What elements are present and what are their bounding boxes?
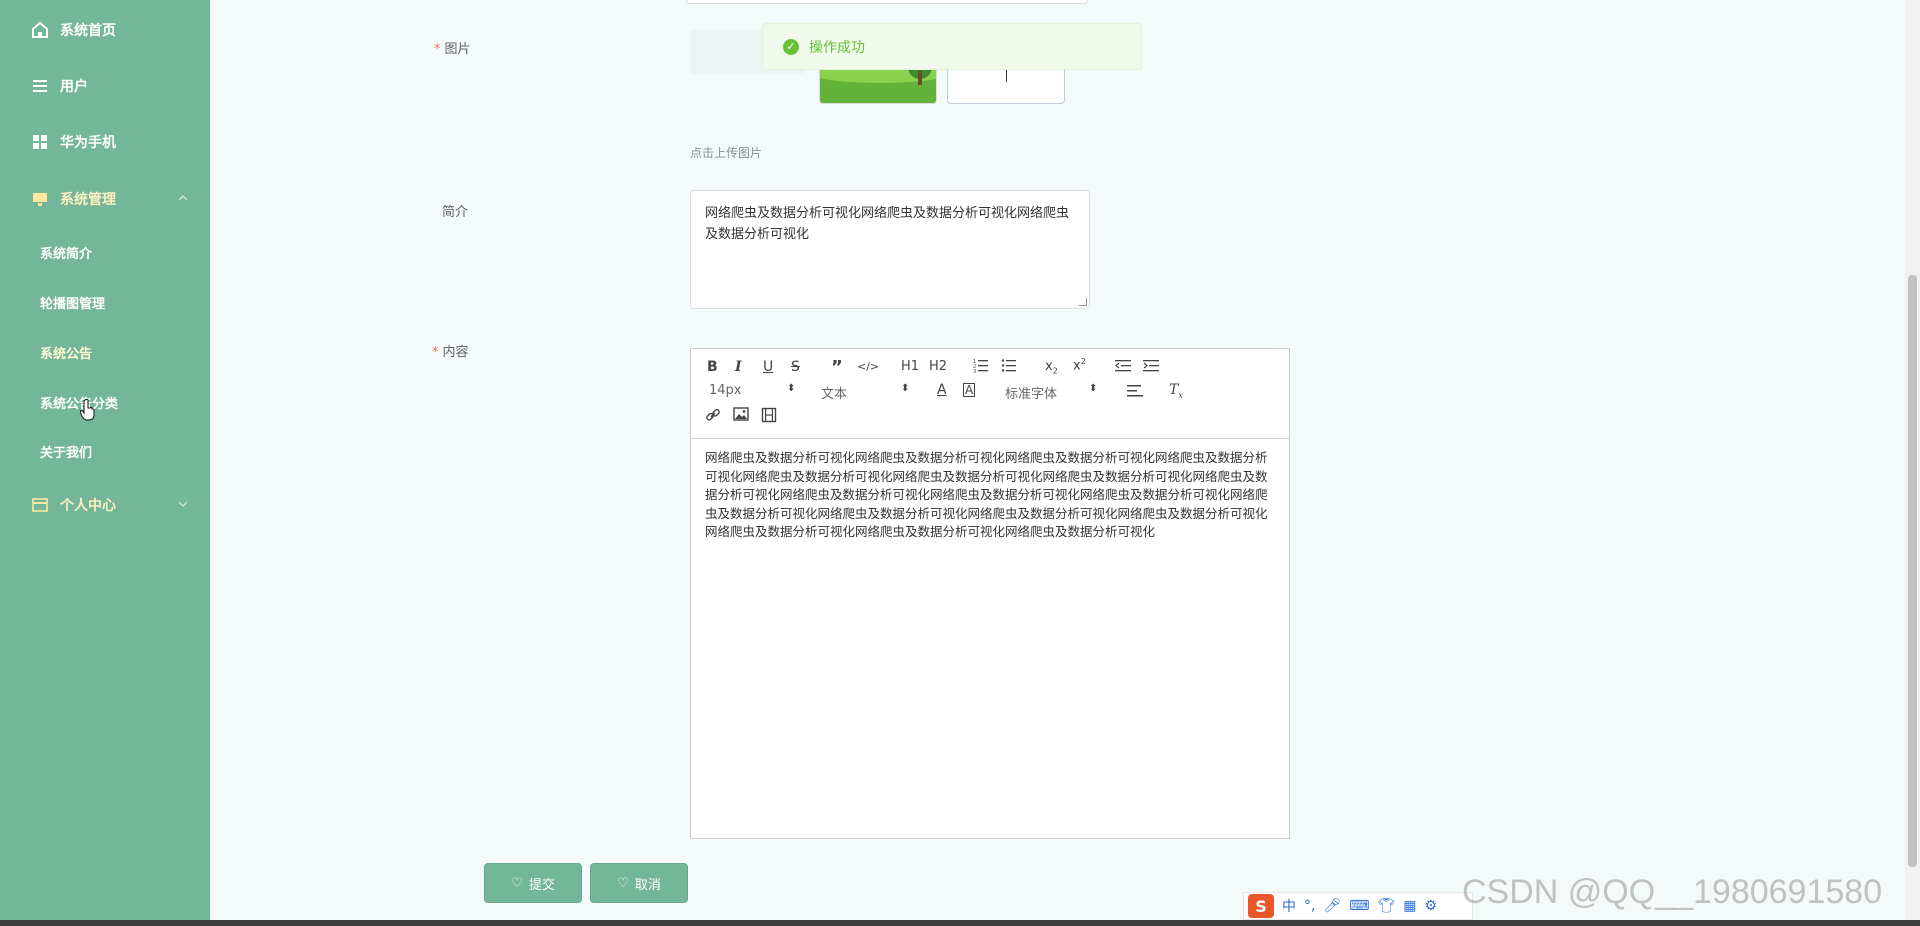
- success-toast: ✓ 操作成功: [762, 23, 1142, 70]
- settings-icon[interactable]: ⚙︎: [1424, 898, 1437, 914]
- grid-icon: [30, 132, 50, 152]
- heading-2-icon[interactable]: H2: [929, 359, 947, 374]
- submit-button[interactable]: ♡ 提交: [484, 863, 582, 903]
- chevron-down-icon: [178, 497, 188, 507]
- align-icon[interactable]: [1127, 385, 1143, 401]
- intro-textarea[interactable]: 网络爬虫及数据分析可视化网络爬虫及数据分析可视化网络爬虫及数据分析可视化: [690, 190, 1090, 309]
- csdn-watermark: CSDN @QQ__1980691580: [1462, 873, 1883, 911]
- sidebar-item-personal-center[interactable]: 个人中心: [0, 485, 210, 525]
- subscript-icon[interactable]: x2: [1045, 359, 1058, 376]
- heart-icon: ♡: [511, 875, 523, 891]
- upload-hint: 点击上传图片: [690, 146, 763, 160]
- sidebar: 系统首页 用户 华为手机 系统管理 系统简介 轮播图管理 系统公告 系统公告分类…: [0, 0, 210, 926]
- strikethrough-icon[interactable]: S: [791, 359, 800, 375]
- sidebar-subitem-carousel-management[interactable]: 轮播图管理: [0, 284, 210, 320]
- check-circle-icon: ✓: [783, 38, 799, 55]
- intro-text: 网络爬虫及数据分析可视化网络爬虫及数据分析可视化网络爬虫及数据分析可视化: [705, 206, 1070, 242]
- ordered-list-icon[interactable]: 123: [973, 357, 989, 377]
- sidebar-item-label: 华为手机: [60, 135, 116, 151]
- required-asterisk: *: [434, 42, 441, 57]
- sidebar-item-label: 个人中心: [60, 498, 116, 514]
- outdent-icon[interactable]: [1115, 359, 1131, 377]
- cancel-button[interactable]: ♡ 取消: [590, 863, 688, 903]
- microphone-icon[interactable]: 🎤︎: [1323, 898, 1341, 914]
- heading-1-icon[interactable]: H1: [901, 359, 919, 374]
- home-icon: [30, 20, 50, 40]
- punctuation-icon[interactable]: °,: [1304, 898, 1315, 914]
- heart-icon: ♡: [617, 875, 629, 891]
- previous-field-edge: [686, 0, 1088, 4]
- video-icon[interactable]: [761, 407, 777, 427]
- blockquote-icon[interactable]: ”: [831, 357, 843, 378]
- ime-toolbar[interactable]: S 中 °, 🎤︎ ⌨︎ 👕︎ ▦ ⚙︎: [1243, 892, 1473, 920]
- text-caret: [1006, 70, 1007, 82]
- sidebar-subitem-system-notice[interactable]: 系统公告: [0, 334, 210, 370]
- link-icon[interactable]: [705, 407, 721, 427]
- main-content: * 图片 点击上传图片 简介 网络爬虫及数据分析可视化网络爬虫及数据分析可视化网络…: [210, 0, 1910, 920]
- sidebar-item-label: 用户: [60, 79, 88, 95]
- ime-language[interactable]: 中: [1282, 896, 1296, 916]
- font-size-select[interactable]: 14px ⬍: [709, 383, 795, 398]
- bullet-list-icon[interactable]: [1001, 357, 1017, 377]
- sidebar-subitem-system-intro[interactable]: 系统简介: [0, 234, 210, 270]
- sogou-logo-icon: S: [1248, 894, 1274, 918]
- bold-icon[interactable]: B: [707, 359, 718, 375]
- svg-text:3: 3: [973, 369, 976, 373]
- editor-content[interactable]: 网络爬虫及数据分析可视化网络爬虫及数据分析可视化网络爬虫及数据分析可视化网络爬虫…: [691, 439, 1289, 552]
- list-icon: [30, 76, 50, 96]
- editor-toolbar: B I U S ” </> H1 H2 123 x2 x2 14px ⬍ 文本 …: [691, 349, 1289, 439]
- chevron-up-icon: [178, 191, 188, 201]
- sidebar-subitem-about-us[interactable]: 关于我们: [0, 433, 210, 469]
- text-type-select[interactable]: 文本 ⬍: [821, 383, 910, 402]
- italic-icon[interactable]: I: [735, 359, 742, 375]
- sidebar-item-label: 系统首页: [60, 23, 116, 39]
- select-arrows-icon: ⬍: [901, 383, 910, 394]
- hand-cursor-icon: [79, 399, 96, 426]
- sidebar-item-users[interactable]: 用户: [0, 66, 210, 106]
- skin-icon[interactable]: 👕︎: [1377, 898, 1395, 914]
- sidebar-item-label: 系统管理: [60, 192, 116, 208]
- page-scrollbar[interactable]: [1905, 0, 1920, 920]
- monitor-icon: [30, 189, 50, 209]
- image-icon[interactable]: [733, 407, 749, 425]
- superscript-icon[interactable]: x2: [1073, 357, 1086, 373]
- image-label: * 图片: [434, 42, 471, 57]
- select-arrows-icon: ⬍: [1089, 383, 1098, 394]
- resize-handle-icon[interactable]: [1079, 298, 1087, 306]
- sidebar-item-huawei-phone[interactable]: 华为手机: [0, 122, 210, 162]
- font-color-icon[interactable]: A: [937, 382, 947, 398]
- background-color-icon[interactable]: A: [963, 383, 976, 397]
- rich-text-editor: B I U S ” </> H1 H2 123 x2 x2 14px ⬍ 文本 …: [690, 348, 1290, 839]
- sidebar-item-home[interactable]: 系统首页: [0, 10, 210, 50]
- sidebar-item-system-management[interactable]: 系统管理: [0, 179, 210, 219]
- card-icon: [30, 495, 50, 515]
- underline-icon[interactable]: U: [763, 359, 773, 375]
- scrollbar-thumb[interactable]: [1908, 275, 1917, 867]
- content-label: * 内容: [432, 345, 469, 360]
- select-arrows-icon: ⬍: [787, 383, 796, 394]
- required-asterisk: *: [432, 345, 439, 360]
- code-block-icon[interactable]: </>: [857, 360, 879, 373]
- indent-icon[interactable]: [1143, 359, 1159, 377]
- intro-label: 简介: [442, 205, 469, 220]
- taskbar-edge: [0, 920, 1920, 926]
- sidebar-subitem-notice-category[interactable]: 系统公告分类: [0, 384, 210, 420]
- keyboard-icon[interactable]: ⌨︎: [1349, 898, 1369, 914]
- clear-format-icon[interactable]: Tx: [1169, 382, 1183, 400]
- tools-icon[interactable]: ▦: [1403, 898, 1416, 914]
- font-family-select[interactable]: 标准字体 ⬍: [1005, 383, 1101, 402]
